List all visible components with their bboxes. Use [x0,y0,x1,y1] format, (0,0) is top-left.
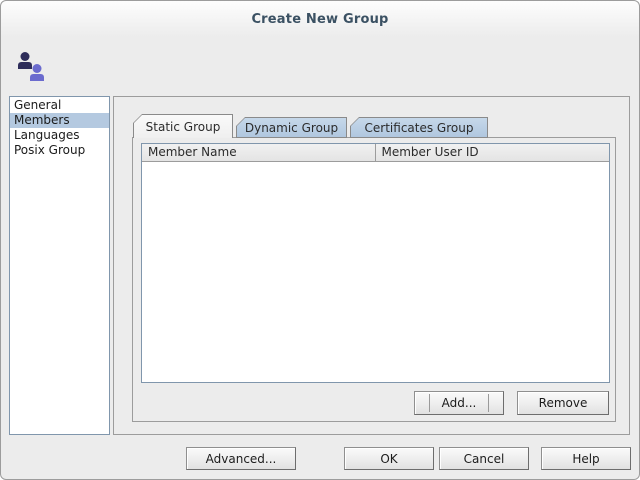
dialog-titlebar: Create New Group [1,1,639,37]
sidebar-item-general[interactable]: General [10,98,109,113]
column-header-member-name[interactable]: Member Name [142,144,376,161]
sidebar-item-members[interactable]: Members [10,113,109,128]
add-button[interactable]: Add... [414,391,504,415]
group-people-icon [16,49,48,85]
create-new-group-dialog: Create New Group General Members Languag… [0,0,640,480]
members-panel: Static Group Dynamic Group Certificates … [113,96,630,435]
cancel-button[interactable]: Cancel [439,447,529,470]
remove-button[interactable]: Remove [517,391,609,415]
ok-button[interactable]: OK [344,447,434,470]
dialog-title: Create New Group [251,12,388,27]
static-group-tab-page: Member Name Member User ID Add... Remove [132,137,616,422]
help-button[interactable]: Help [541,447,631,470]
column-header-member-user-id[interactable]: Member User ID [376,144,610,161]
group-type-tabs: Static Group Dynamic Group Certificates … [133,114,491,138]
member-table-header: Member Name Member User ID [142,144,609,162]
tab-dynamic-group[interactable]: Dynamic Group [236,117,347,138]
member-table: Member Name Member User ID [141,143,610,383]
sidebar-item-languages[interactable]: Languages [10,128,109,143]
advanced-button[interactable]: Advanced... [186,447,296,470]
tab-certificates-group[interactable]: Certificates Group [350,117,488,138]
tab-static-group[interactable]: Static Group [133,114,233,138]
member-actions: Add... Remove [414,391,609,415]
sidebar-item-posix-group[interactable]: Posix Group [10,143,109,158]
category-list: General Members Languages Posix Group [9,96,110,435]
add-button-label: Add... [429,394,490,412]
member-table-body[interactable] [142,162,609,382]
